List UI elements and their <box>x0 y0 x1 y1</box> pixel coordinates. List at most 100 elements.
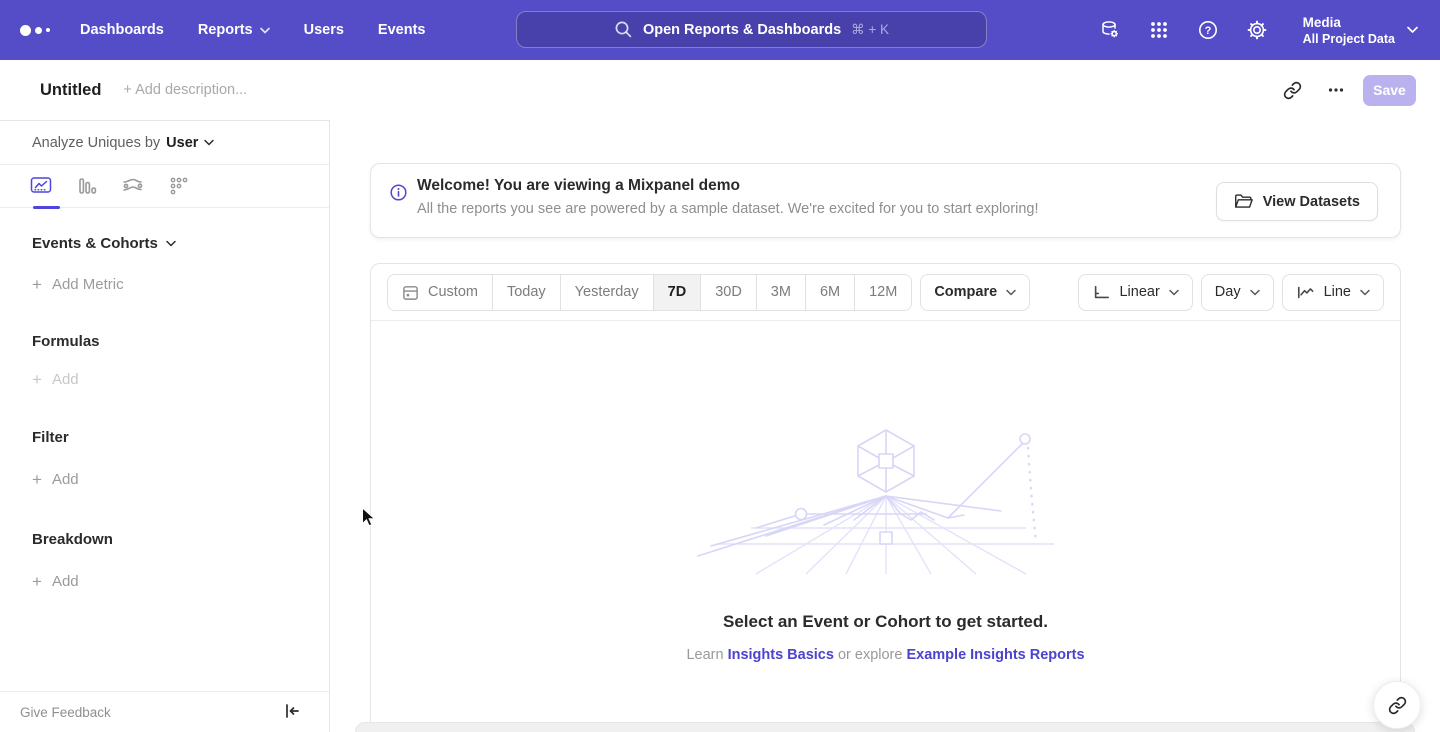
nav-label: Users <box>304 22 344 38</box>
collapse-sidebar-icon[interactable] <box>283 702 303 722</box>
breakdown-header: Breakdown <box>32 531 113 548</box>
scale-dropdown[interactable]: Linear <box>1078 274 1192 311</box>
range-yesterday[interactable]: Yesterday <box>561 275 654 310</box>
more-options-icon[interactable] <box>1319 73 1353 107</box>
add-metric-label: Add Metric <box>52 276 124 293</box>
granularity-dropdown[interactable]: Day <box>1201 274 1274 311</box>
range-today[interactable]: Today <box>493 275 561 310</box>
empty-state-title: Select an Event or Cohort to get started… <box>371 612 1400 632</box>
copy-link-icon[interactable] <box>1275 73 1309 107</box>
report-header: Untitled + Add description... Save <box>0 60 1440 120</box>
navbar-right: ? Media All Project Data <box>1099 0 1418 60</box>
banner-title: Welcome! You are viewing a Mixpanel demo <box>417 177 740 195</box>
granularity-label: Day <box>1215 284 1241 300</box>
empty-state-links: Learn Insights Basics or explore Example… <box>371 647 1400 663</box>
folder-icon <box>1234 193 1253 210</box>
analyze-by-dropdown[interactable]: User <box>166 135 214 151</box>
top-navbar: Dashboards Reports Users Events Open Rep… <box>0 0 1440 60</box>
formulas-header: Formulas <box>32 333 100 350</box>
nav-users[interactable]: Users <box>304 22 344 38</box>
share-link-fab[interactable] <box>1373 681 1421 729</box>
compare-button[interactable]: Compare <box>920 274 1030 311</box>
insights-report-card: Custom Today Yesterday 7D 30D 3M 6M 12M … <box>370 263 1401 732</box>
tab-retention-icon[interactable] <box>168 176 190 196</box>
analyze-value: User <box>166 135 198 151</box>
nav-label: Reports <box>198 22 253 38</box>
project-selector[interactable]: Media All Project Data <box>1303 14 1418 47</box>
events-cohorts-header[interactable]: Events & Cohorts <box>32 235 297 252</box>
mixpanel-logo[interactable] <box>20 25 56 36</box>
analyze-label: Analyze Uniques by <box>32 135 160 151</box>
add-breakdown-button[interactable]: + Add <box>32 573 297 590</box>
banner-subtitle: All the reports you see are powered by a… <box>417 201 1039 217</box>
add-breakdown-label: Add <box>52 573 79 590</box>
logo-dot <box>20 25 31 36</box>
tab-flows-icon[interactable] <box>122 176 144 196</box>
nav-dashboards[interactable]: Dashboards <box>80 22 164 38</box>
filter-header: Filter <box>32 429 69 446</box>
breakdown-section: Breakdown + Add <box>0 531 329 590</box>
plus-icon: + <box>32 276 42 293</box>
range-30d[interactable]: 30D <box>701 275 757 310</box>
chevron-down-icon <box>1169 289 1179 296</box>
report-title[interactable]: Untitled <box>40 81 101 100</box>
range-label: Yesterday <box>575 284 639 300</box>
scale-label: Linear <box>1119 284 1159 300</box>
chevron-down-icon <box>1407 26 1418 34</box>
learn-prefix: Learn <box>686 647 723 663</box>
chevron-down-icon <box>260 27 270 34</box>
search-placeholder: Open Reports & Dashboards <box>643 22 841 38</box>
chevron-down-icon <box>204 139 214 146</box>
project-scope: All Project Data <box>1303 31 1395 47</box>
chevron-down-icon <box>166 240 176 247</box>
search-icon <box>614 20 633 39</box>
info-icon <box>390 184 407 206</box>
tab-insights-icon[interactable] <box>30 176 52 196</box>
links-middle-text: or explore <box>838 647 902 663</box>
date-range-segmented-control: Custom Today Yesterday 7D 30D 3M 6M 12M <box>387 274 912 311</box>
give-feedback-link[interactable]: Give Feedback <box>20 705 111 720</box>
help-icon[interactable]: ? <box>1197 19 1219 41</box>
add-filter-label: Add <box>52 471 79 488</box>
analyze-row: Analyze Uniques by User <box>0 121 329 165</box>
chevron-down-icon <box>1006 289 1016 296</box>
insights-basics-link[interactable]: Insights Basics <box>728 647 834 663</box>
view-datasets-label: View Datasets <box>1263 194 1360 210</box>
nav-reports[interactable]: Reports <box>198 22 270 38</box>
logo-dot <box>35 27 42 34</box>
primary-nav: Dashboards Reports Users Events <box>80 22 425 38</box>
global-search[interactable]: Open Reports & Dashboards ⌘ + K <box>516 11 987 48</box>
add-metric-button[interactable]: + Add Metric <box>32 276 297 293</box>
save-button[interactable]: Save <box>1363 75 1416 106</box>
example-insights-reports-link[interactable]: Example Insights Reports <box>906 647 1084 663</box>
project-name: Media <box>1303 14 1395 31</box>
apps-grid-icon[interactable] <box>1148 19 1170 41</box>
query-sidebar: Analyze Uniques by User <box>0 120 330 732</box>
formulas-section: Formulas + Add <box>0 333 329 388</box>
selected-tab-indicator <box>33 206 60 210</box>
add-filter-button[interactable]: + Add <box>32 471 297 488</box>
link-icon <box>1388 696 1407 715</box>
nav-label: Dashboards <box>80 22 164 38</box>
range-3m[interactable]: 3M <box>757 275 806 310</box>
add-formula-button[interactable]: + Add <box>32 371 297 388</box>
range-7d[interactable]: 7D <box>654 275 702 310</box>
range-12m[interactable]: 12M <box>855 275 911 310</box>
view-datasets-button[interactable]: View Datasets <box>1216 182 1378 221</box>
range-label: 7D <box>668 284 687 300</box>
range-6m[interactable]: 6M <box>806 275 855 310</box>
chevron-down-icon <box>1360 289 1370 296</box>
plus-icon: + <box>32 573 42 590</box>
svg-text:?: ? <box>1204 25 1211 37</box>
range-label: 3M <box>771 284 791 300</box>
range-custom[interactable]: Custom <box>388 275 493 310</box>
tab-bar-chart-icon[interactable] <box>76 176 98 196</box>
report-description-placeholder[interactable]: + Add description... <box>123 82 247 98</box>
settings-icon[interactable] <box>1246 19 1268 41</box>
chart-type-dropdown[interactable]: Line <box>1282 274 1384 311</box>
nav-events[interactable]: Events <box>378 22 426 38</box>
range-label: 6M <box>820 284 840 300</box>
results-panel-edge[interactable] <box>355 722 1415 732</box>
data-definitions-icon[interactable] <box>1099 19 1121 41</box>
calendar-icon <box>402 284 419 301</box>
